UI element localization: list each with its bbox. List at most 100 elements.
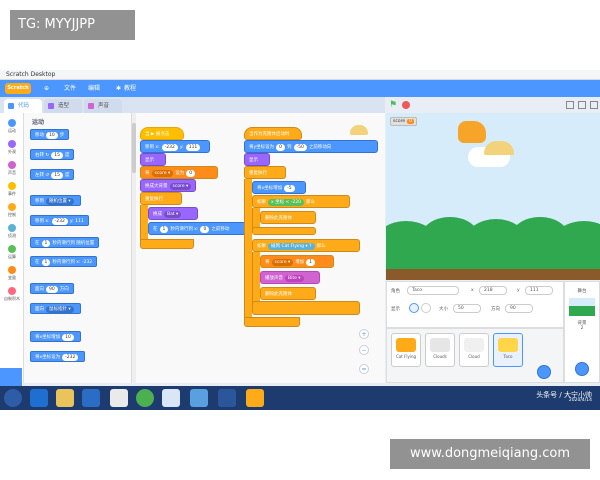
set-variable-block[interactable]: 将 score ▾ 设为 0 (140, 166, 218, 179)
hat-block-clone-start[interactable]: 当作为克隆体启动时 (244, 127, 302, 140)
sprite-list: Cat Flying Clouds Cloud Taco (386, 328, 564, 383)
ground (386, 269, 600, 280)
switch-costume-block[interactable]: 换成 Bat ▾ (148, 207, 198, 220)
word-icon[interactable] (218, 389, 236, 407)
zoom-in-button[interactable]: + (359, 329, 369, 339)
watermark-bottom: www.dongmeiqiang.com (390, 439, 590, 469)
menu-edit[interactable]: 编辑 (88, 84, 100, 93)
chrome-icon[interactable] (136, 389, 154, 407)
sprite-tile-clouds[interactable]: Clouds (425, 333, 455, 367)
globe-icon[interactable]: ⊕ (44, 84, 49, 93)
stage-selector[interactable]: 舞台 背景 2 (564, 281, 600, 383)
zoom-reset-button[interactable]: = (359, 364, 369, 374)
menu-file[interactable]: 文件 (64, 84, 76, 93)
category-variables[interactable]: 变量 (4, 266, 20, 281)
tab-code[interactable]: 代码 (4, 99, 42, 113)
tab-sounds[interactable]: 声音 (84, 99, 122, 113)
change-x-block[interactable]: 将x坐标增加 -5 (252, 181, 306, 194)
forever-block[interactable]: 重复执行 (140, 192, 182, 205)
goto-xy-block[interactable]: 移到 x: -232 y: 111 (140, 140, 210, 153)
tray-clock: 头条号 / 大宁小帅 2020/4/14 (536, 391, 592, 404)
category-myblocks[interactable]: 自制积木 (4, 287, 20, 302)
category-list: 运动 外观 声音 事件 控制 侦测 运算 变量 自制积木 (0, 113, 24, 383)
add-backdrop-button[interactable] (575, 362, 589, 376)
category-dot (8, 119, 16, 127)
if-arm (252, 252, 260, 304)
palette-block[interactable]: 面向 90 方向 (30, 283, 74, 294)
app-icon[interactable] (190, 389, 208, 407)
editor-tabs: 代码 造型 声音 (0, 97, 385, 113)
app-icon[interactable] (110, 389, 128, 407)
palette-block[interactable]: 左转 ↺ 15 度 (30, 169, 75, 180)
x-field[interactable]: 218 (479, 286, 507, 295)
lightbulb-icon[interactable]: ✱ (116, 84, 121, 93)
fullscreen-icon[interactable] (590, 101, 598, 109)
stage-canvas[interactable]: score 0 (386, 113, 600, 280)
watermark-top: TG: MYYJJPP (10, 10, 135, 40)
show-block[interactable]: 显示 (140, 153, 166, 166)
extension-button[interactable] (0, 368, 22, 386)
delete-clone-block[interactable]: 删除此克隆体 (260, 287, 316, 300)
switch-backdrop-block[interactable]: 换成大背景 score ▾ (140, 179, 196, 192)
scratch-taskbar-icon[interactable] (246, 389, 264, 407)
scratch-logo[interactable]: Scratch (5, 83, 31, 94)
app-icon[interactable] (162, 389, 180, 407)
green-flag-icon[interactable]: ⚑ (389, 100, 397, 110)
size-field[interactable]: 50 (453, 304, 481, 313)
category-looks[interactable]: 外观 (4, 140, 20, 155)
show-block[interactable]: 显示 (244, 153, 270, 166)
category-motion[interactable]: 运动 (4, 119, 20, 134)
category-sound[interactable]: 声音 (4, 161, 20, 176)
sprite-name-field[interactable]: Taco (407, 286, 459, 295)
tab-costumes[interactable]: 造型 (44, 99, 82, 113)
palette-block[interactable]: 面向 鼠标指针 ▾ (30, 303, 81, 314)
palette-block[interactable]: 将x坐标设为 -232 (30, 351, 86, 362)
sprite-tile-cat-flying[interactable]: Cat Flying (391, 333, 421, 367)
y-field[interactable]: 111 (525, 286, 553, 295)
change-variable-block[interactable]: 将 score ▾ 增加 1 (260, 255, 334, 268)
palette-block[interactable]: 移动 10 步 (30, 129, 70, 140)
palette-block[interactable]: 在 1 秒内滑行到 随机位置 (30, 237, 100, 248)
visible-toggle[interactable] (409, 303, 419, 313)
zoom-out-button[interactable]: − (359, 345, 369, 355)
category-events[interactable]: 事件 (4, 182, 20, 197)
glide-block[interactable]: 在 1 秒内滑行到 x: 0 之前移动 (148, 222, 248, 235)
stage-title: 舞台 (577, 289, 587, 294)
window-title: Scratch Desktop (0, 70, 600, 80)
folder-icon[interactable] (56, 389, 74, 407)
sprite-tile-cloud[interactable]: Cloud (459, 333, 489, 367)
add-sprite-button[interactable] (537, 365, 551, 379)
direction-field[interactable]: 90 (505, 304, 533, 313)
set-y-block[interactable]: 将y坐标设为 0 到 -50 之前移动向 (244, 140, 378, 153)
x-label: x (471, 288, 474, 293)
category-sensing[interactable]: 侦测 (4, 224, 20, 239)
palette-block[interactable]: 移到 x: -232 y: 111 (30, 215, 89, 226)
palette-block[interactable]: 移到 随机位置 ▾ (30, 195, 81, 206)
palette-block[interactable]: 在 1 秒内滑行到 x: -232 (30, 256, 98, 267)
start-icon[interactable] (4, 389, 22, 407)
menu-tutorials[interactable]: 教程 (124, 84, 136, 93)
large-stage-icon[interactable] (578, 101, 586, 109)
forever-block[interactable]: 重复执行 (244, 166, 286, 179)
grass (386, 241, 600, 269)
code-icon (8, 103, 14, 109)
palette-block[interactable]: 右转 ↻ 15 度 (30, 149, 75, 160)
palette-block[interactable]: 将x坐标增加 10 (30, 331, 81, 342)
delete-clone-block[interactable]: 删除此克隆体 (260, 211, 316, 224)
forever-end (244, 317, 300, 327)
small-stage-icon[interactable] (566, 101, 574, 109)
ie-icon[interactable] (30, 389, 48, 407)
code-workspace[interactable]: 当 ▶ 被点击 移到 x: -232 y: 111 显示 将 score ▾ 设为 0 换成… (136, 113, 385, 383)
play-sound-block[interactable]: 播放声音 Bite ▾ (260, 271, 320, 284)
if-end (252, 227, 316, 235)
if-touching-block[interactable]: 如果 碰到 Cat Flying ▾ ? 那么 (252, 239, 360, 252)
stage-header: ⚑ (385, 97, 600, 113)
category-operators[interactable]: 运算 (4, 245, 20, 260)
category-control[interactable]: 控制 (4, 203, 20, 218)
hat-block-flag-clicked[interactable]: 当 ▶ 被点击 (140, 127, 184, 140)
stop-icon[interactable] (402, 101, 410, 109)
sprite-tile-taco[interactable]: Taco (493, 333, 523, 367)
hidden-toggle[interactable] (421, 303, 431, 313)
app-icon[interactable] (82, 389, 100, 407)
if-block[interactable]: 如果 x 坐标 < -220 那么 (252, 195, 350, 208)
